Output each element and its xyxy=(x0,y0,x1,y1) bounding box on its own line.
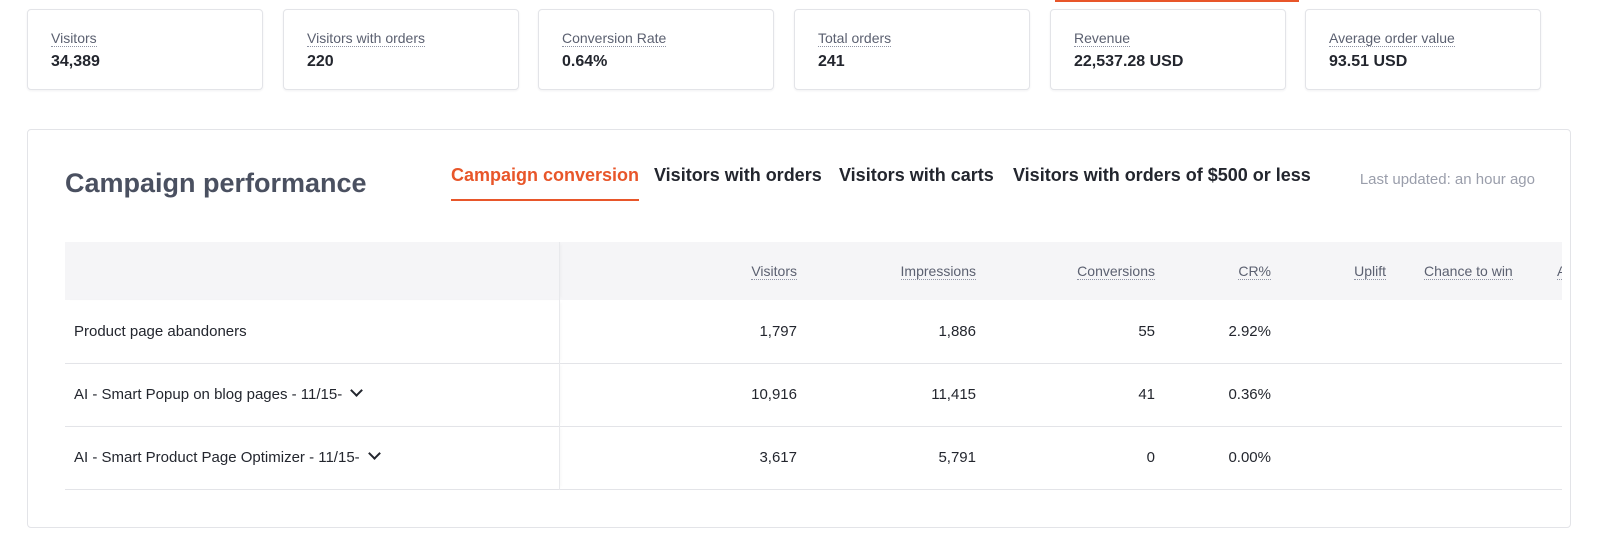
kpi-value: 220 xyxy=(307,53,334,70)
kpi-card-visitors-with-orders[interactable]: Visitors with orders 220 xyxy=(283,9,519,90)
kpi-card-conversion-rate[interactable]: Conversion Rate 0.64% xyxy=(538,9,774,90)
cell-conversions: 0 xyxy=(1146,449,1155,466)
kpi-card-revenue[interactable]: Revenue 22,537.28 USD xyxy=(1050,0,1299,90)
kpi-value: 241 xyxy=(818,53,845,70)
kpi-value: 93.51 USD xyxy=(1329,53,1408,70)
cell-cutoff xyxy=(1557,426,1562,489)
kpi-card-visitors[interactable]: Visitors 34,389 xyxy=(27,9,263,90)
cell-visitors: 1,797 xyxy=(759,322,797,340)
cell-conversions: 41 xyxy=(1138,386,1155,403)
cell-cr: 2.92% xyxy=(1228,322,1271,340)
header-impressions[interactable]: Impressions xyxy=(797,242,976,300)
panel-title: Campaign performance xyxy=(65,168,367,198)
table-row[interactable]: AI - Smart Popup on blog pages - 11/15- … xyxy=(65,363,1562,426)
kpi-row: Visitors 34,389 Visitors with orders 220… xyxy=(27,0,1571,90)
kpi-label[interactable]: Average order value xyxy=(1329,31,1455,47)
header-uplift-label: Uplift xyxy=(1354,263,1386,280)
row-campaign-name: Product page abandoners xyxy=(65,300,560,363)
campaign-name: Product page abandoners xyxy=(74,322,247,340)
tab-campaign-conversion[interactable]: Campaign conversion xyxy=(451,165,640,201)
kpi-label[interactable]: Revenue xyxy=(1074,31,1131,47)
tab-visitors-with-orders[interactable]: Visitors with orders xyxy=(654,165,822,199)
campaign-performance-panel: Campaign performance Campaign conversion… xyxy=(27,129,1571,528)
header-cr[interactable]: CR% xyxy=(1155,242,1271,300)
cell-chance xyxy=(1386,363,1557,426)
cell-cutoff xyxy=(1557,300,1562,363)
table-row[interactable]: AI - Smart Product Page Optimizer - 11/1… xyxy=(65,426,1562,489)
cell-uplift xyxy=(1271,363,1386,426)
kpi-value: 22,537.28 USD xyxy=(1074,53,1184,70)
row-campaign-name: AI - Smart Product Page Optimizer - 11/1… xyxy=(65,426,560,489)
header-chance-label: Chance to win xyxy=(1424,263,1513,280)
header-chance-to-win[interactable]: Chance to win xyxy=(1386,242,1557,300)
header-uplift[interactable]: Uplift xyxy=(1271,242,1386,300)
header-impressions-label: Impressions xyxy=(900,263,976,280)
chevron-down-icon[interactable] xyxy=(350,384,364,397)
header-conversions-label: Conversions xyxy=(1077,263,1155,280)
cell-cutoff xyxy=(1557,363,1562,426)
header-conversions[interactable]: Conversions xyxy=(976,242,1155,300)
header-visitors[interactable]: Visitors xyxy=(559,242,797,300)
kpi-label[interactable]: Visitors xyxy=(51,31,97,47)
table-header-row: Visitors Impressions Conversions CR% Upl… xyxy=(65,242,1562,300)
kpi-card-total-orders[interactable]: Total orders 241 xyxy=(794,9,1030,90)
kpi-value: 34,389 xyxy=(51,53,100,70)
header-name xyxy=(65,242,560,300)
kpi-card-average-order-value[interactable]: Average order value 93.51 USD xyxy=(1305,9,1541,90)
kpi-value: 0.64% xyxy=(562,53,608,70)
header-cutoff-label: A xyxy=(1557,263,1562,280)
kpi-label[interactable]: Visitors with orders xyxy=(307,31,426,47)
campaign-table: Visitors Impressions Conversions CR% Upl… xyxy=(65,242,1562,490)
cell-visitors: 3,617 xyxy=(759,449,797,466)
cell-conversions: 55 xyxy=(1138,322,1155,340)
kpi-label[interactable]: Conversion Rate xyxy=(562,31,667,47)
cell-chance xyxy=(1386,300,1557,363)
campaign-name: AI - Smart Product Page Optimizer - 11/1… xyxy=(74,449,360,466)
header-cutoff[interactable]: A xyxy=(1557,242,1562,300)
row-campaign-name: AI - Smart Popup on blog pages - 11/15- xyxy=(65,363,560,426)
cell-uplift xyxy=(1271,300,1386,363)
cell-uplift xyxy=(1271,426,1386,489)
table-row[interactable]: Product page abandoners 1,797 1,886 55 2… xyxy=(65,300,1562,363)
tab-visitors-with-carts[interactable]: Visitors with carts xyxy=(839,165,994,199)
cell-chance xyxy=(1386,426,1557,489)
cell-impressions: 1,886 xyxy=(938,322,976,340)
tab-visitors-with-orders-500[interactable]: Visitors with orders of $500 or less xyxy=(1013,165,1311,199)
cell-cr: 0.36% xyxy=(1228,386,1271,403)
cell-visitors: 10,916 xyxy=(751,386,797,403)
cell-impressions: 5,791 xyxy=(938,449,976,466)
kpi-label[interactable]: Total orders xyxy=(818,31,892,47)
cell-impressions: 11,415 xyxy=(931,386,976,403)
campaign-name: AI - Smart Popup on blog pages - 11/15- xyxy=(74,386,343,403)
last-updated: Last updated: an hour ago xyxy=(1359,171,1535,188)
header-cr-label: CR% xyxy=(1238,263,1271,280)
cell-cr: 0.00% xyxy=(1228,449,1271,466)
chevron-down-icon[interactable] xyxy=(367,447,381,460)
header-visitors-label: Visitors xyxy=(751,263,797,280)
